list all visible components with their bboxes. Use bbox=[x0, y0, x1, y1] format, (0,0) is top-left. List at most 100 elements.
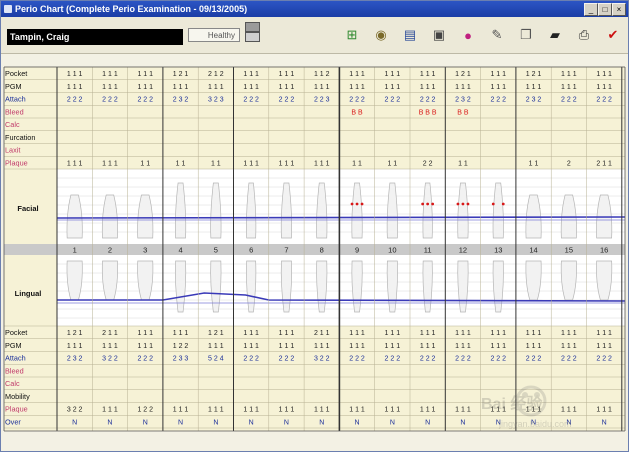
measurement-cell[interactable]: 2 2 2 bbox=[137, 97, 153, 104]
measurement-cell[interactable]: 1 1 1 bbox=[279, 330, 295, 337]
measurement-cell[interactable]: 2 2 2 bbox=[279, 356, 295, 363]
measurement-cell[interactable]: 1 1 1 bbox=[102, 71, 118, 78]
measurement-cell[interactable]: 1 1 2 bbox=[314, 71, 330, 78]
tooth-image-lingual[interactable] bbox=[66, 260, 83, 301]
measurement-cell[interactable]: 1 1 1 bbox=[279, 160, 295, 167]
measurement-cell[interactable]: 1 1 1 bbox=[67, 160, 83, 167]
measurement-cell[interactable]: 1 1 1 bbox=[173, 330, 189, 337]
measurement-cell[interactable]: 1 2 1 bbox=[526, 71, 542, 78]
measurement-cell[interactable]: 3 2 3 bbox=[208, 97, 224, 104]
measurement-cell[interactable]: 1 1 1 bbox=[279, 71, 295, 78]
measurement-cell[interactable]: 1 1 1 bbox=[455, 330, 471, 337]
measurement-cell[interactable]: 2 3 2 bbox=[455, 97, 471, 104]
tooth-image-facial[interactable] bbox=[422, 182, 433, 239]
tooth-number[interactable]: 1 bbox=[73, 246, 77, 255]
measurement-cell[interactable]: 1 1 1 bbox=[314, 407, 330, 414]
tooth-image-facial[interactable] bbox=[66, 194, 83, 239]
measurement-cell[interactable]: 2 1 2 bbox=[208, 71, 224, 78]
measurement-cell[interactable]: 1 1 bbox=[352, 160, 362, 167]
measurement-cell[interactable]: B B bbox=[457, 109, 469, 116]
measurement-cell[interactable]: 1 1 1 bbox=[420, 330, 436, 337]
tooth-image-lingual[interactable] bbox=[351, 260, 363, 313]
measurement-cell[interactable]: 1 1 1 bbox=[67, 71, 83, 78]
measurement-cell[interactable]: 1 2 1 bbox=[173, 71, 189, 78]
measurement-cell[interactable]: 2 2 2 bbox=[137, 356, 153, 363]
tooth-image-lingual[interactable] bbox=[386, 260, 398, 313]
measurement-cell[interactable]: N bbox=[178, 419, 183, 426]
tooth-number[interactable]: 13 bbox=[494, 246, 502, 255]
measurement-cell[interactable]: 2 2 2 bbox=[561, 97, 577, 104]
tooth-image-facial[interactable] bbox=[246, 182, 257, 239]
measurement-cell[interactable]: 2 2 2 bbox=[596, 356, 612, 363]
measurement-cell[interactable]: 1 1 1 bbox=[561, 407, 577, 414]
measurement-cell[interactable]: 2 2 2 bbox=[243, 97, 259, 104]
measurement-cell[interactable]: 1 1 1 bbox=[243, 71, 259, 78]
measurement-cell[interactable]: 1 1 1 bbox=[455, 84, 471, 91]
measurement-cell[interactable]: 1 1 1 bbox=[596, 71, 612, 78]
tooth-number[interactable]: 16 bbox=[600, 246, 608, 255]
measurement-cell[interactable]: 1 1 1 bbox=[314, 160, 330, 167]
tooth-image-lingual[interactable] bbox=[316, 260, 328, 313]
measurement-cell[interactable]: 1 1 bbox=[211, 160, 221, 167]
tooth-image-lingual[interactable] bbox=[492, 260, 504, 313]
measurement-cell[interactable]: 1 1 bbox=[140, 160, 150, 167]
measurement-cell[interactable]: B B B bbox=[419, 109, 437, 116]
measurement-cell[interactable]: 1 1 1 bbox=[490, 343, 506, 350]
tooth-image-lingual[interactable] bbox=[422, 260, 433, 313]
measurement-cell[interactable]: 1 1 1 bbox=[349, 407, 365, 414]
measurement-cell[interactable]: 1 1 1 bbox=[596, 343, 612, 350]
measurement-cell[interactable]: 1 1 1 bbox=[67, 343, 83, 350]
tooth-number[interactable]: 12 bbox=[459, 246, 467, 255]
tooth-number[interactable]: 15 bbox=[565, 246, 573, 255]
measurement-cell[interactable]: 1 1 1 bbox=[349, 343, 365, 350]
measurement-cell[interactable]: 1 1 1 bbox=[526, 84, 542, 91]
tooth-image-lingual[interactable] bbox=[101, 260, 118, 301]
tooth-image-facial[interactable] bbox=[351, 182, 363, 239]
measurement-cell[interactable]: 1 1 1 bbox=[490, 84, 506, 91]
measurement-cell[interactable]: 1 1 bbox=[458, 160, 468, 167]
measurement-cell[interactable]: 1 1 1 bbox=[420, 343, 436, 350]
measurement-cell[interactable]: 1 1 1 bbox=[420, 71, 436, 78]
tooth-image-lingual[interactable] bbox=[280, 260, 293, 313]
measurement-cell[interactable]: 2 2 2 bbox=[102, 97, 118, 104]
measurement-cell[interactable]: 1 1 1 bbox=[137, 71, 153, 78]
measurement-cell[interactable]: 1 1 bbox=[387, 160, 397, 167]
measurement-cell[interactable]: 2 2 2 bbox=[526, 356, 542, 363]
measurement-cell[interactable]: 1 1 1 bbox=[314, 343, 330, 350]
measurement-cell[interactable]: 2 3 2 bbox=[173, 97, 189, 104]
measurement-cell[interactable]: N bbox=[355, 419, 360, 426]
measurement-cell[interactable]: N bbox=[72, 419, 77, 426]
measurement-cell[interactable]: N bbox=[496, 419, 501, 426]
measurement-cell[interactable]: 1 1 1 bbox=[526, 343, 542, 350]
measurement-cell[interactable]: 1 1 1 bbox=[385, 407, 401, 414]
tooth-image-facial[interactable] bbox=[457, 182, 469, 239]
measurement-cell[interactable]: 1 1 1 bbox=[314, 84, 330, 91]
measurement-cell[interactable]: 2 2 3 bbox=[314, 97, 330, 104]
measurement-cell[interactable]: 1 1 1 bbox=[279, 84, 295, 91]
measurement-cell[interactable]: 1 1 1 bbox=[561, 330, 577, 337]
measurement-cell[interactable]: 1 2 1 bbox=[67, 330, 83, 337]
tooth-number[interactable]: 3 bbox=[143, 246, 147, 255]
measurement-cell[interactable]: 1 1 1 bbox=[420, 407, 436, 414]
measurement-cell[interactable]: 3 2 2 bbox=[102, 356, 118, 363]
measurement-cell[interactable]: 1 1 1 bbox=[349, 330, 365, 337]
tooth-image-facial[interactable] bbox=[492, 182, 504, 239]
measurement-cell[interactable]: 2 3 3 bbox=[173, 356, 189, 363]
measurement-cell[interactable]: 2 2 2 bbox=[420, 356, 436, 363]
measurement-cell[interactable]: 1 1 bbox=[176, 160, 186, 167]
measurement-cell[interactable]: 1 1 1 bbox=[243, 84, 259, 91]
measurement-cell[interactable]: N bbox=[319, 419, 324, 426]
measurement-cell[interactable]: 1 1 1 bbox=[208, 343, 224, 350]
measurement-cell[interactable]: N bbox=[531, 419, 536, 426]
measurement-cell[interactable]: 1 1 1 bbox=[279, 343, 295, 350]
measurement-cell[interactable]: 1 1 bbox=[529, 160, 539, 167]
measurement-cell[interactable]: N bbox=[107, 419, 112, 426]
tooth-image-facial[interactable] bbox=[210, 182, 222, 239]
measurement-cell[interactable]: N bbox=[143, 419, 148, 426]
measurement-cell[interactable]: 1 1 1 bbox=[561, 343, 577, 350]
measurement-cell[interactable]: 1 1 1 bbox=[596, 330, 612, 337]
measurement-cell[interactable]: 2 2 2 bbox=[455, 356, 471, 363]
measurement-cell[interactable]: 1 1 1 bbox=[67, 84, 83, 91]
measurement-cell[interactable]: 1 1 1 bbox=[596, 84, 612, 91]
measurement-cell[interactable]: 3 2 2 bbox=[67, 407, 83, 414]
